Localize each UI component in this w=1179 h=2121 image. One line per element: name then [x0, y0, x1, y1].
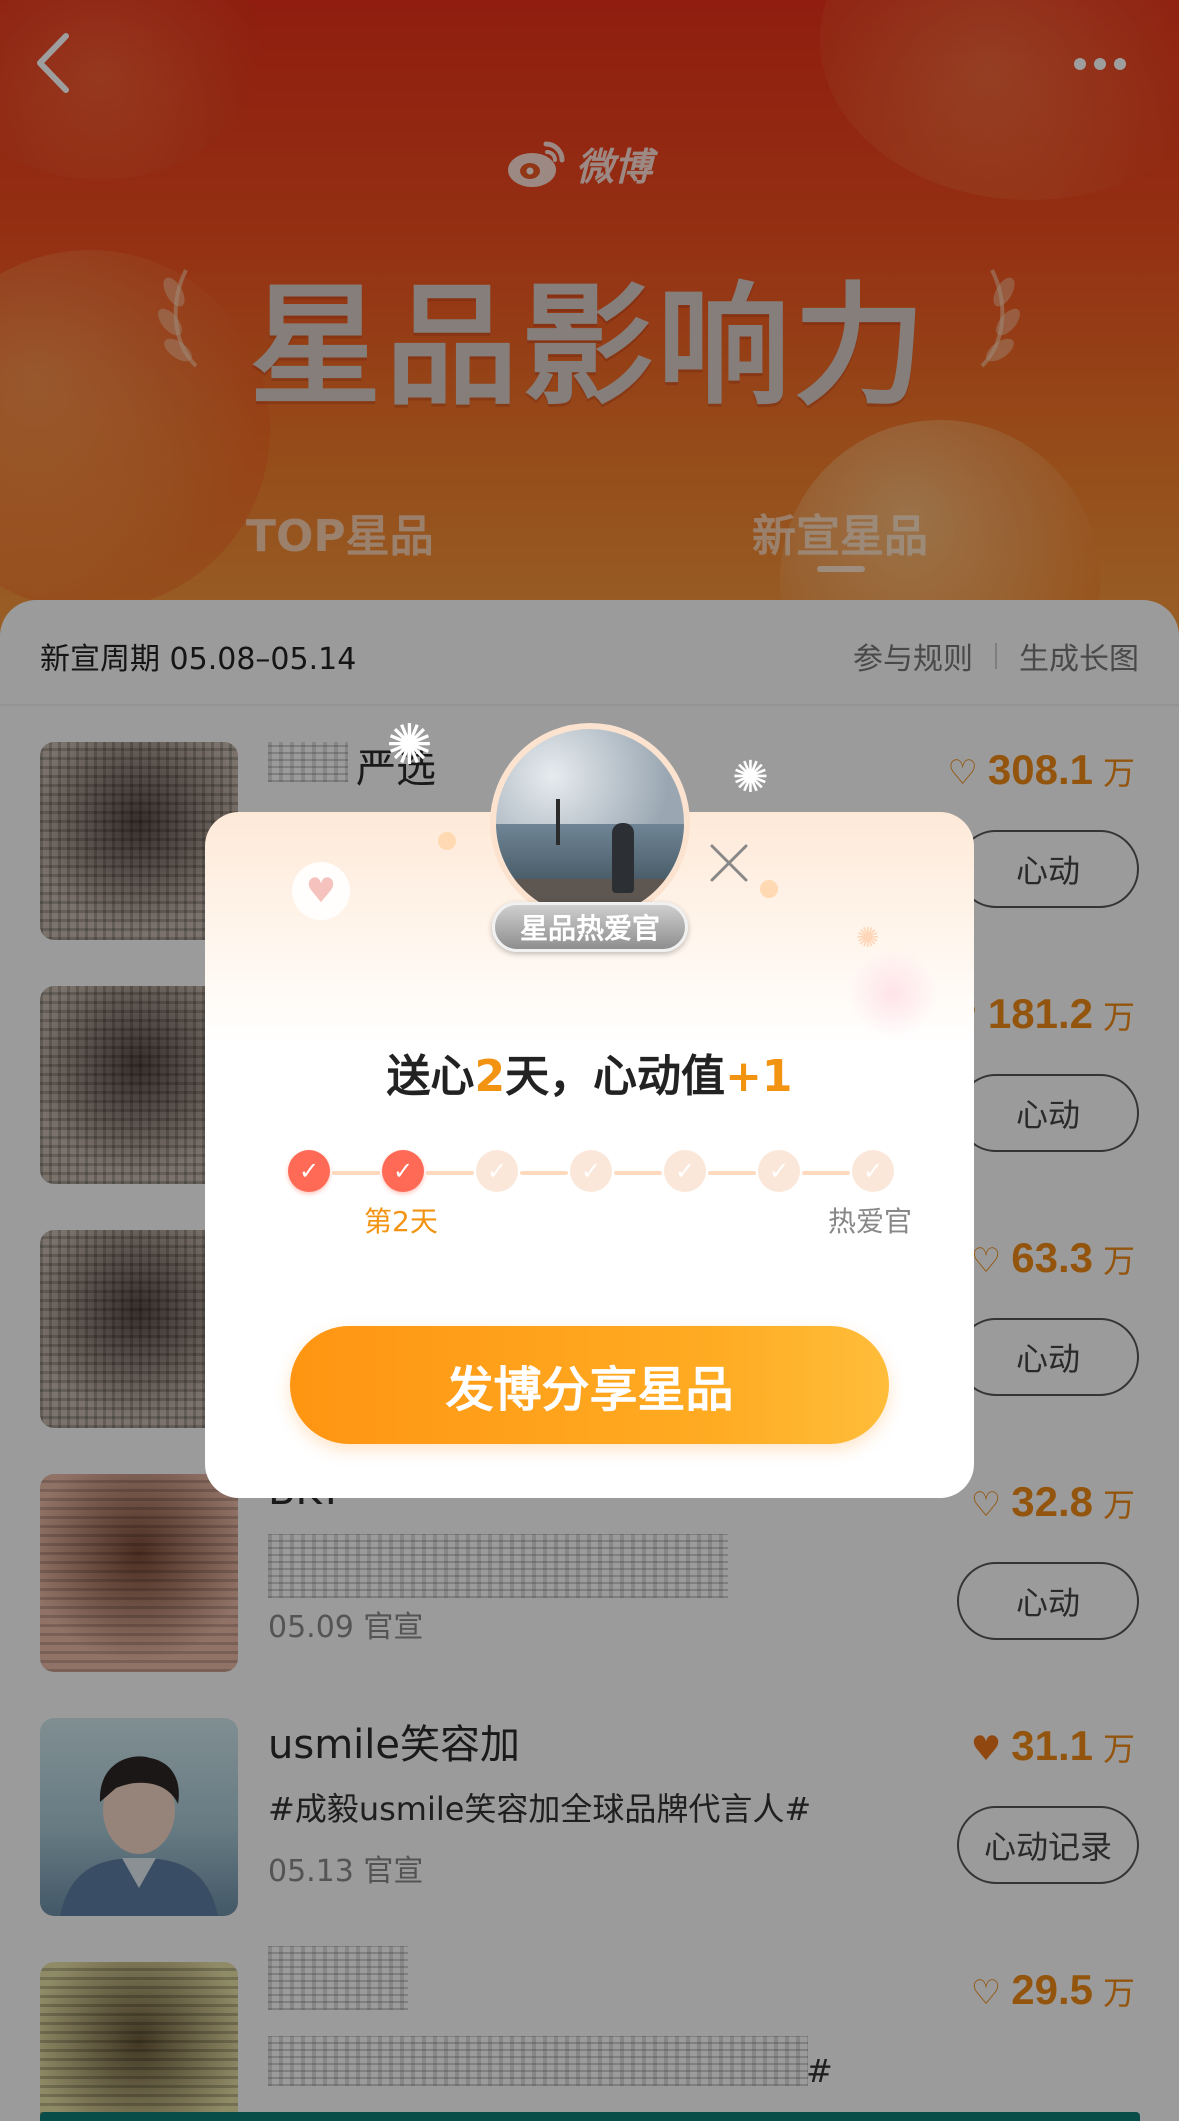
streak-progress: ✓ ✓ ✓ ✓ ✓ ✓ ✓ — [288, 1150, 894, 1194]
progress-segment — [802, 1171, 850, 1175]
progress-current-label: 第2天 — [364, 1205, 438, 1238]
heart-bubble-icon: ♥ — [292, 862, 350, 920]
progress-segment — [332, 1171, 380, 1175]
close-button[interactable] — [706, 840, 752, 886]
heart-check-done-icon: ✓ — [288, 1150, 330, 1192]
heart-check-pending-icon: ✓ — [758, 1150, 800, 1192]
share-post-button[interactable]: 发博分享星品 — [290, 1326, 889, 1444]
modal-title: 送心2天，心动值+1 — [386, 1051, 793, 1102]
heart-check-pending-icon: ✓ — [664, 1150, 706, 1192]
progress-segment — [426, 1171, 474, 1175]
fan-badge: 星品热爱官 — [492, 902, 688, 952]
progress-segment — [614, 1171, 662, 1175]
progress-segment — [520, 1171, 568, 1175]
decor-dot — [438, 832, 456, 850]
sparkle-icon: ✺ — [856, 921, 880, 954]
heart-check-done-icon: ✓ — [382, 1150, 424, 1192]
user-avatar — [490, 723, 690, 923]
sparkle-icon: ✺ — [386, 713, 433, 778]
progress-segment — [708, 1171, 756, 1175]
heart-check-pending-icon: ✓ — [852, 1150, 894, 1192]
heart-check-pending-icon: ✓ — [570, 1150, 612, 1192]
close-icon — [710, 844, 748, 882]
sparkle-icon: ✺ — [732, 752, 769, 803]
progress-end-label: 热爱官 — [828, 1205, 913, 1238]
heart-check-pending-icon: ✓ — [476, 1150, 518, 1192]
decor-dot — [760, 880, 778, 898]
decor-glow — [848, 948, 938, 1038]
